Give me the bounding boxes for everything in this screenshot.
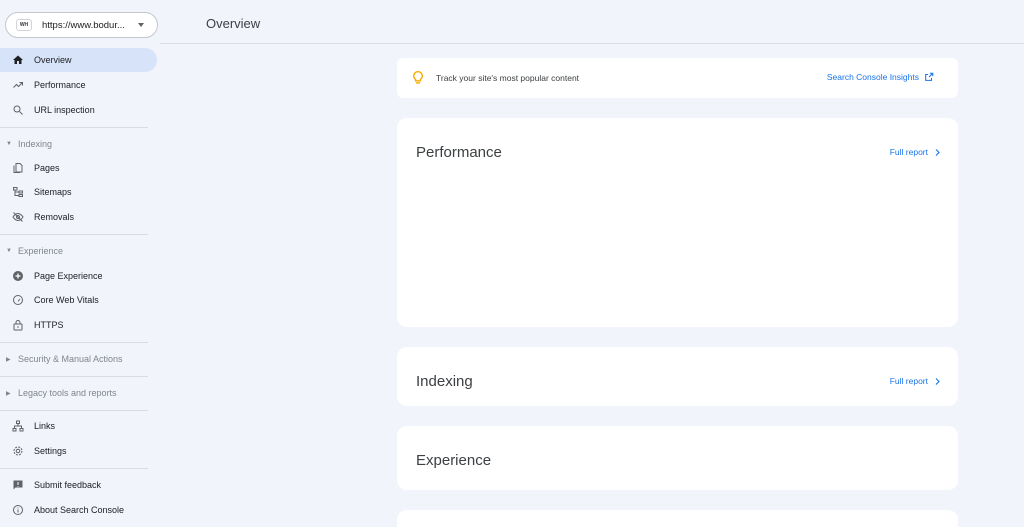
next-card	[397, 510, 958, 527]
section-label: Security & Manual Actions	[18, 354, 123, 364]
nav-label: Sitemaps	[34, 187, 72, 197]
header-divider	[160, 43, 1024, 44]
performance-card: Performance Full report	[397, 118, 958, 327]
sidebar-divider	[0, 376, 148, 377]
search-console-insights-link[interactable]: Search Console Insights	[827, 72, 934, 82]
pages-icon	[12, 162, 24, 174]
insights-link-label: Search Console Insights	[826, 72, 919, 82]
full-report-label: Full report	[889, 147, 928, 157]
nav-label: Removals	[34, 212, 75, 222]
section-indexing-toggle[interactable]: ▼ Indexing	[6, 136, 52, 152]
section-experience-toggle[interactable]: ▼ Experience	[6, 243, 63, 259]
sidebar-divider	[0, 468, 148, 469]
nav-label: Core Web Vitals	[34, 295, 99, 305]
nav-label: HTTPS	[34, 320, 64, 330]
indexing-card: Indexing Full report	[397, 347, 958, 406]
page-title: Overview	[206, 16, 261, 31]
lock-icon	[12, 319, 24, 331]
nav-item-overview[interactable]: Overview	[0, 48, 157, 72]
nav-label: Links	[34, 421, 56, 431]
nav-item-submit-feedback[interactable]: Submit feedback	[0, 473, 157, 497]
sidebar-divider	[0, 127, 148, 128]
eye-off-icon	[12, 211, 24, 223]
section-legacy-toggle[interactable]: ▶ Legacy tools and reports	[6, 385, 117, 401]
card-title: Experience	[416, 452, 492, 469]
caret-right-icon: ▶	[6, 390, 11, 397]
nav-item-https[interactable]: HTTPS	[0, 313, 157, 337]
dropdown-caret-icon	[138, 23, 144, 27]
sidebar-divider	[0, 410, 148, 411]
lightbulb-icon	[413, 70, 423, 85]
nav-item-core-web-vitals[interactable]: Core Web Vitals	[0, 288, 157, 312]
nav-item-about[interactable]: About Search Console	[0, 498, 157, 522]
nav-label: Page Experience	[34, 271, 103, 281]
property-selector[interactable]: WH https://www.bodur...	[5, 12, 158, 38]
indexing-full-report-link[interactable]: Full report	[890, 376, 942, 386]
sitemap-icon	[12, 186, 24, 198]
search-icon	[12, 104, 24, 116]
nav-item-page-experience[interactable]: Page Experience	[0, 264, 157, 288]
nav-item-performance[interactable]: Performance	[0, 73, 157, 97]
home-icon	[12, 54, 24, 66]
external-link-icon	[925, 72, 934, 81]
nav-item-settings[interactable]: Settings	[0, 439, 157, 463]
sidebar-divider	[0, 234, 148, 235]
caret-right-icon: ▶	[6, 356, 11, 363]
property-url: https://www.bodur...	[42, 19, 125, 31]
chevron-right-icon	[935, 377, 940, 385]
nav-label: URL inspection	[34, 105, 95, 115]
nav-label: About Search Console	[34, 505, 125, 515]
insights-text: Track your site's most popular content	[436, 73, 580, 83]
nav-item-sitemaps[interactable]: Sitemaps	[0, 180, 157, 204]
caret-down-icon: ▼	[6, 141, 12, 147]
nav-item-links[interactable]: Links	[0, 414, 157, 438]
nav-label: Overview	[34, 55, 72, 65]
info-icon	[12, 504, 24, 516]
nav-item-url-inspection[interactable]: URL inspection	[0, 98, 157, 122]
links-icon	[12, 420, 24, 432]
card-title: Indexing	[416, 373, 473, 390]
nav-item-removals[interactable]: Removals	[0, 205, 157, 229]
card-title: Performance	[416, 144, 502, 161]
feedback-icon	[12, 479, 24, 491]
gear-icon	[12, 445, 24, 457]
experience-card: Experience	[397, 426, 958, 490]
section-label: Indexing	[18, 139, 53, 149]
section-label: Legacy tools and reports	[18, 388, 117, 398]
performance-full-report-link[interactable]: Full report	[890, 147, 942, 157]
nav-item-pages[interactable]: Pages	[0, 156, 157, 180]
sidebar-divider	[0, 342, 148, 343]
section-security-toggle[interactable]: ▶ Security & Manual Actions	[6, 351, 123, 367]
caret-down-icon: ▼	[6, 248, 12, 254]
section-label: Experience	[18, 246, 64, 256]
nav-label: Pages	[34, 163, 60, 173]
plus-circle-icon	[12, 270, 24, 282]
chevron-right-icon	[935, 148, 940, 156]
nav-label: Performance	[34, 80, 86, 90]
nav-label: Submit feedback	[34, 480, 102, 490]
sidebar: WH https://www.bodur... Overview Perform…	[0, 0, 160, 527]
full-report-label: Full report	[889, 376, 928, 386]
gauge-icon	[12, 294, 24, 306]
nav-label: Settings	[34, 446, 67, 456]
insights-banner: Track your site's most popular content S…	[397, 58, 958, 98]
trending-icon	[12, 79, 24, 91]
property-favicon: WH	[16, 19, 32, 31]
